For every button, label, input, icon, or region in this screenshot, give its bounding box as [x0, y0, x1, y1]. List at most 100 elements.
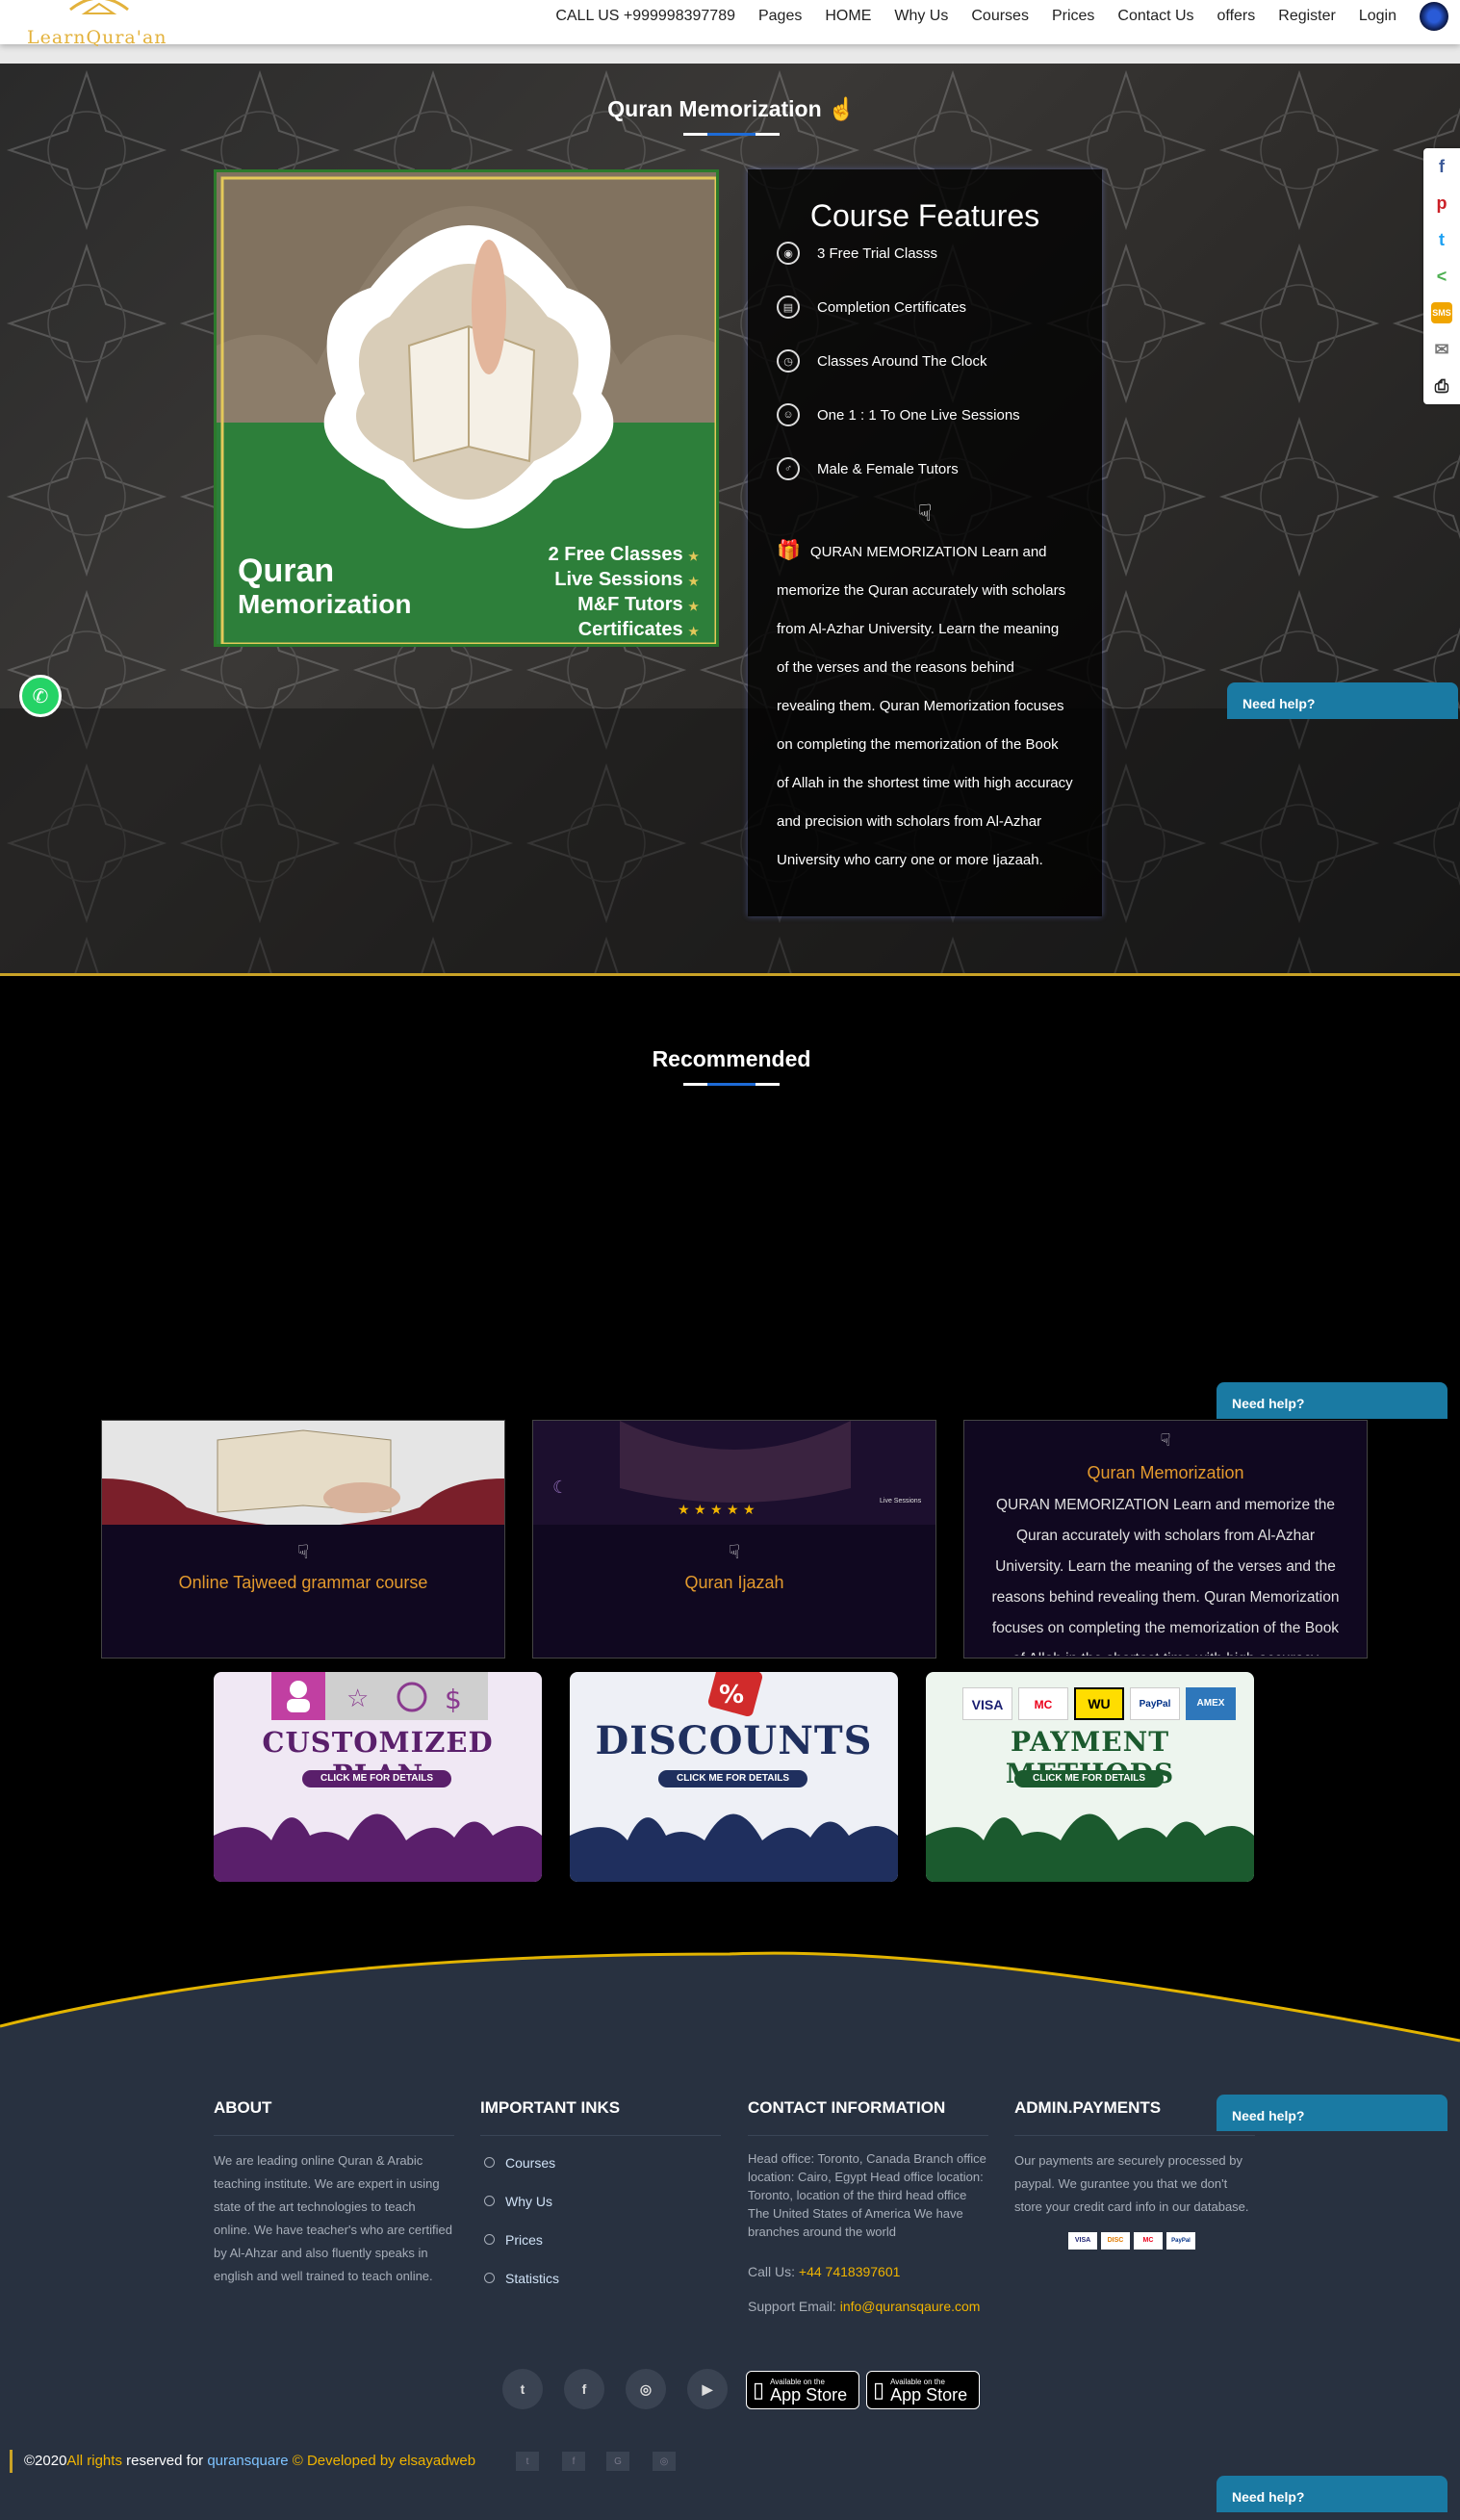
image-bullet: M&F Tutors ★: [577, 594, 699, 615]
nav-call-us[interactable]: CALL US +999998397789: [544, 8, 747, 25]
svg-text:☆: ☆: [346, 1684, 369, 1712]
twitter-share-icon[interactable]: t: [1423, 221, 1460, 258]
image-title-line1: Quran: [238, 553, 335, 589]
email-share-icon[interactable]: ✉: [1423, 331, 1460, 368]
footer-link-why-us[interactable]: Why Us: [480, 2182, 721, 2221]
course-features-panel: Course Features ◉ 3 Free Trial Classs ▤ …: [748, 169, 1102, 916]
site-logo[interactable]: LearnQura'an: [27, 0, 181, 48]
footer-link-statistics[interactable]: Statistics: [480, 2259, 721, 2298]
course-description: 🎁 QURAN MEMORIZATION Learn and memorize t…: [748, 531, 1102, 880]
certificate-icon: ▤: [777, 296, 800, 319]
share-sidebar: f p t < SMS ✉ ⎙: [1423, 148, 1460, 404]
gift-icon: 🎁: [777, 540, 801, 561]
nav-item-offers[interactable]: offers: [1206, 8, 1268, 25]
app-store-button[interactable]: ▯ Available on the App Store: [746, 2371, 859, 2409]
copyright-site-link[interactable]: quransquare: [207, 2453, 288, 2469]
gender-icon: ♂: [777, 457, 800, 480]
facebook-share-icon[interactable]: f: [1423, 148, 1460, 185]
language-globe-icon[interactable]: [1420, 2, 1448, 31]
nav-item-home[interactable]: HOME: [813, 8, 883, 25]
footer-payments-text: Our payments are securely processed by p…: [1014, 2153, 1249, 2214]
promo-title: DISCOUNTS: [595, 1718, 873, 1763]
pinterest-share-icon[interactable]: p: [1423, 185, 1460, 221]
twitter-icon[interactable]: t: [502, 2369, 543, 2409]
whatsapp-chat-icon[interactable]: ✆: [19, 675, 62, 717]
footer-email: Support Email: info@quransqaure.com: [748, 2295, 988, 2318]
need-help-chat-button[interactable]: Need help?: [1217, 2476, 1447, 2512]
nav-item-courses[interactable]: Courses: [960, 8, 1040, 25]
pointing-down-hand-icon: ☟: [1160, 1430, 1171, 1450]
amex-icon: AMEX: [1186, 1687, 1236, 1720]
footer-contact-text: Head office: Toronto, Canada Branch offi…: [748, 2151, 986, 2239]
promo-discounts[interactable]: % DISCOUNTS CLICK ME FOR DETAILS: [570, 1672, 898, 1882]
footer-link-courses[interactable]: Courses: [480, 2144, 721, 2182]
app-store-button[interactable]: ▯ Available on the App Store: [866, 2371, 980, 2409]
course-card-title[interactable]: Online Tajweed grammar course: [102, 1573, 504, 1593]
print-share-icon[interactable]: ⎙: [1423, 368, 1460, 404]
need-help-chat-button[interactable]: Need help?: [1227, 682, 1458, 719]
nav-item-login[interactable]: Login: [1347, 8, 1408, 25]
tutor-icon: ☺: [777, 403, 800, 426]
mastercard-icon: MC: [1018, 1687, 1068, 1720]
feature-item: ▤ Completion Certificates: [748, 280, 1102, 334]
image-title-line2: Memorization: [238, 589, 412, 619]
clock-icon: ◷: [777, 349, 800, 373]
nav-shadow-bar: [0, 44, 1460, 64]
youtube-icon[interactable]: ▶: [687, 2369, 728, 2409]
footer-links: IMPORTANT INKS Courses Why Us Prices Sta…: [480, 2098, 721, 2298]
nav-item-pages[interactable]: Pages: [747, 8, 813, 25]
course-title-underline: [683, 133, 780, 136]
need-help-chat-button[interactable]: Need help?: [1217, 2095, 1447, 2131]
course-card-ijazah[interactable]: ★ ★ ★ ★ ★ ☾ Live Sessions ☟ Quran Ijazah: [532, 1420, 936, 1659]
instagram-icon[interactable]: ◎: [653, 2452, 676, 2471]
nav-item-prices[interactable]: Prices: [1040, 8, 1106, 25]
footer-curve: [0, 1935, 1460, 2043]
course-card-title[interactable]: Quran Ijazah: [533, 1573, 935, 1593]
trial-icon: ◉: [777, 242, 800, 265]
promo-details-button[interactable]: CLICK ME FOR DETAILS: [1014, 1770, 1164, 1787]
copyright-reserved: reserved for: [121, 2453, 208, 2469]
course-title: Quran Memorization ☝: [539, 96, 924, 122]
twitter-icon[interactable]: t: [516, 2452, 539, 2471]
recommended-cards: ☟ Online Tajweed grammar course ★ ★ ★ ★ …: [101, 1420, 1368, 1659]
instagram-icon[interactable]: ◎: [626, 2369, 666, 2409]
need-help-chat-button[interactable]: Need help?: [1217, 1382, 1447, 1419]
visa-icon: VISA: [962, 1687, 1012, 1720]
promo-details-button[interactable]: CLICK ME FOR DETAILS: [658, 1770, 807, 1787]
course-card-image: [102, 1421, 504, 1525]
course-card-description: QURAN MEMORIZATION Learn and memorize th…: [991, 1497, 1340, 1656]
promo-customized-plan[interactable]: ☆ $ CUSTOMIZED PLAN CLICK ME FOR DETAILS: [214, 1672, 542, 1882]
facebook-icon[interactable]: f: [562, 2452, 585, 2471]
share-icon[interactable]: <: [1423, 258, 1460, 295]
nav-item-register[interactable]: Register: [1267, 8, 1347, 25]
sms-share-icon[interactable]: SMS: [1431, 302, 1452, 323]
footer-about-text: We are leading online Quran & Arabic tea…: [214, 2153, 452, 2283]
footer-email-label: Support Email:: [748, 2299, 836, 2314]
copyright-developer[interactable]: © Developed by elsayadweb: [289, 2453, 475, 2469]
course-card-tajweed[interactable]: ☟ Online Tajweed grammar course: [101, 1420, 505, 1659]
svg-text:★ ★ ★ ★ ★: ★ ★ ★ ★ ★: [678, 1503, 756, 1518]
course-card-title[interactable]: Quran Memorization: [964, 1463, 1367, 1483]
google-icon[interactable]: G: [606, 2452, 629, 2471]
copyright-rights: All rights: [66, 2453, 122, 2469]
feature-item: ☺ One 1 : 1 To One Live Sessions: [748, 388, 1102, 442]
course-card-memorization[interactable]: ☟ Quran Memorization QURAN MEMORIZATION …: [963, 1420, 1368, 1659]
image-bullets: 2 Free Classes ★ Live Sessions ★ M&F Tut…: [549, 543, 699, 643]
nav-menu: CALL US +999998397789 Pages HOME Why Us …: [544, 0, 1448, 33]
course-card-image: ★ ★ ★ ★ ★ ☾ Live Sessions: [533, 1421, 935, 1525]
footer-email-value[interactable]: info@quransqaure.com: [840, 2299, 981, 2314]
copyright-year: ©2020: [24, 2453, 67, 2469]
app-store-label: Available on the App Store: [890, 2377, 968, 2404]
footer-call-value[interactable]: +44 7418397601: [799, 2264, 901, 2279]
logo-text: LearnQura'an: [27, 27, 167, 48]
facebook-icon[interactable]: f: [564, 2369, 604, 2409]
nav-item-why-us[interactable]: Why Us: [883, 8, 960, 25]
logo-mark: [69, 0, 129, 14]
promo-payment-methods[interactable]: VISA MC WU PayPal AMEX PAYMENT METHODS C…: [926, 1672, 1254, 1882]
image-bullet: Certificates ★: [577, 619, 699, 640]
footer-link-prices[interactable]: Prices: [480, 2221, 721, 2259]
nav-item-contact-us[interactable]: Contact Us: [1106, 8, 1205, 25]
promo-details-button[interactable]: CLICK ME FOR DETAILS: [302, 1770, 451, 1787]
pointing-down-hand-icon: ☟: [917, 501, 933, 527]
feature-item: ◉ 3 Free Trial Classs: [748, 226, 1102, 280]
